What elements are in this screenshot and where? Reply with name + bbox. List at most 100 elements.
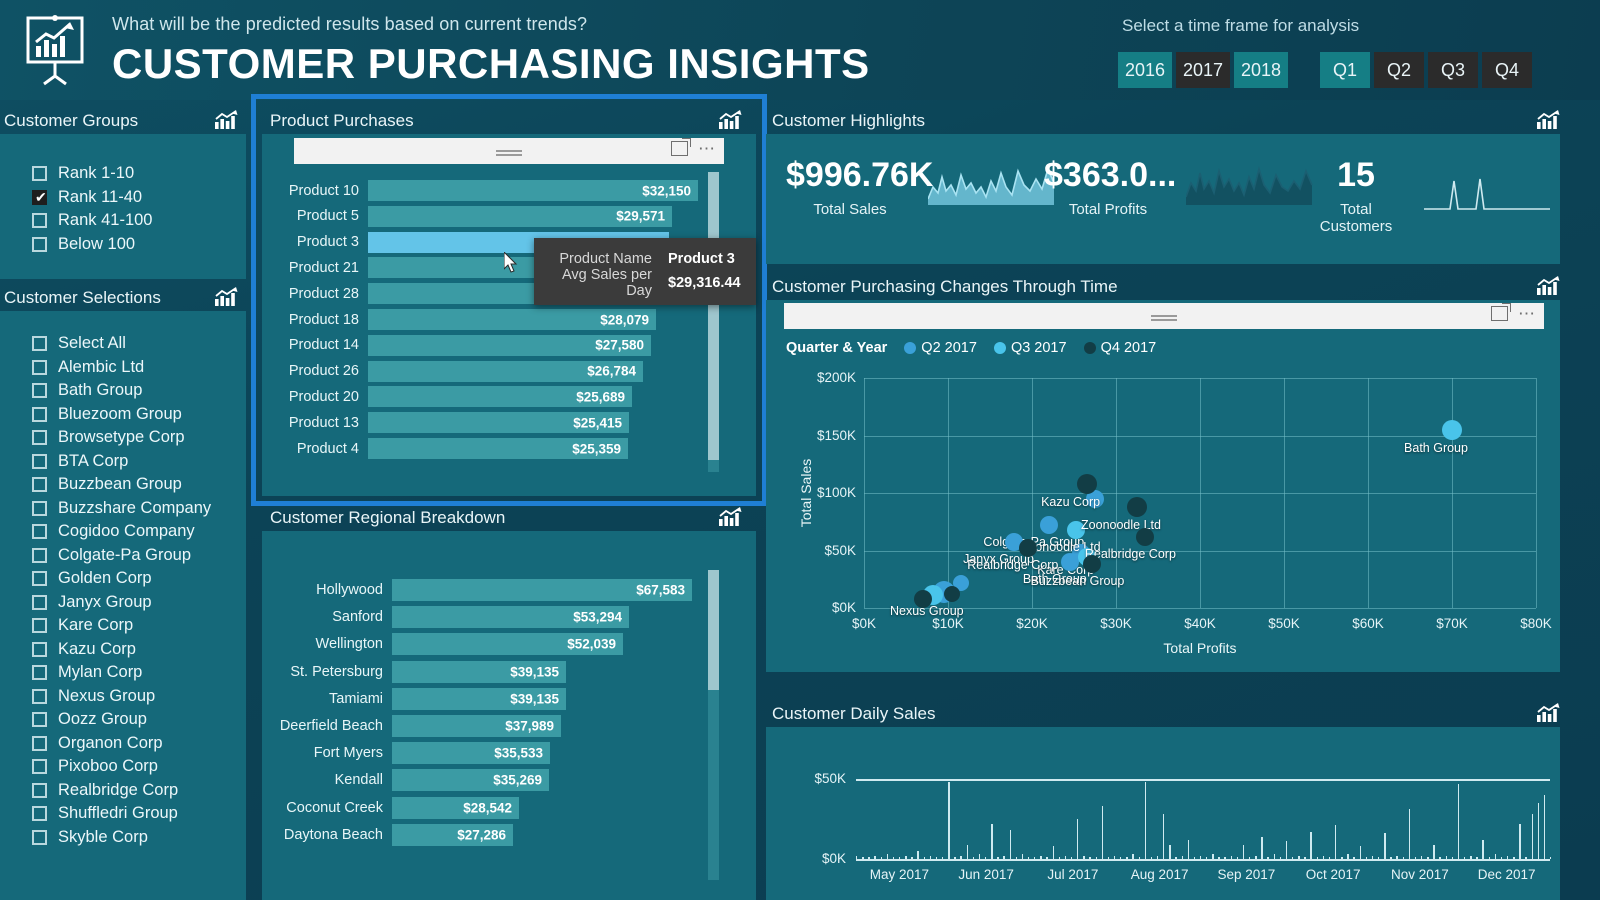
checkbox-icon[interactable] bbox=[32, 547, 47, 563]
selection-item-17[interactable]: Organon Corp bbox=[0, 732, 246, 756]
selection-item-4[interactable]: Browsetype Corp bbox=[0, 426, 246, 450]
checkbox-icon[interactable] bbox=[32, 383, 47, 399]
checkbox-icon[interactable] bbox=[32, 236, 47, 252]
checkbox-icon[interactable] bbox=[32, 189, 47, 206]
group-item-2[interactable]: Rank 41-100 bbox=[0, 209, 246, 233]
checkbox-icon[interactable] bbox=[32, 806, 47, 822]
quarter-button-Q4[interactable]: Q4 bbox=[1482, 52, 1532, 88]
selection-item-21[interactable]: Skyble Corp bbox=[0, 826, 246, 850]
checkbox-icon[interactable] bbox=[32, 213, 47, 229]
bar-row[interactable]: Wellington $52,039 bbox=[272, 633, 692, 656]
scatter-plot[interactable]: $0K $10K $20K $30K $40K $50K $60K $70K $80K $0K $5… bbox=[766, 300, 1560, 672]
checkbox-icon[interactable] bbox=[32, 641, 47, 657]
checkbox-icon[interactable] bbox=[32, 524, 47, 540]
selection-item-19[interactable]: Realbridge Corp bbox=[0, 779, 246, 803]
selection-item-2[interactable]: Bath Group bbox=[0, 379, 246, 403]
scatter-point[interactable] bbox=[1127, 496, 1147, 517]
bar-row[interactable]: Product 4 $25,359 bbox=[280, 438, 698, 459]
selection-item-3[interactable]: Bluezoom Group bbox=[0, 403, 246, 427]
checkbox-icon[interactable] bbox=[32, 430, 47, 446]
bar-row[interactable]: Product 26 $26,784 bbox=[280, 360, 698, 382]
year-button-2018[interactable]: 2018 bbox=[1234, 52, 1288, 88]
bar-row[interactable]: Coconut Creek $28,542 bbox=[272, 796, 692, 819]
selection-item-14[interactable]: Mylan Corp bbox=[0, 661, 246, 685]
checkbox-icon[interactable] bbox=[32, 618, 47, 634]
group-item-1[interactable]: Rank 11-40 bbox=[0, 186, 246, 210]
checkbox-icon[interactable] bbox=[32, 453, 47, 469]
checkbox-icon[interactable] bbox=[32, 735, 47, 751]
checkbox-icon[interactable] bbox=[32, 688, 47, 704]
quarter-button-Q2[interactable]: Q2 bbox=[1374, 52, 1424, 88]
focus-mode-icon[interactable] bbox=[671, 141, 688, 156]
scatter-point[interactable] bbox=[1136, 527, 1155, 546]
checkbox-icon[interactable] bbox=[32, 571, 47, 587]
selection-item-9[interactable]: Colgate-Pa Group bbox=[0, 544, 246, 568]
bar-row[interactable]: Daytona Beach $27,286 bbox=[272, 823, 692, 846]
checkbox-icon[interactable] bbox=[32, 336, 47, 352]
bar-row[interactable]: Fort Myers $35,533 bbox=[272, 742, 692, 765]
selection-item-7[interactable]: Buzzshare Company bbox=[0, 497, 246, 521]
checkbox-icon[interactable] bbox=[32, 782, 47, 798]
year-filter-group[interactable]: 2016 2017 2018 bbox=[1118, 52, 1292, 88]
selection-item-11[interactable]: Janyx Group bbox=[0, 591, 246, 615]
selection-item-8[interactable]: Cogidoo Company bbox=[0, 520, 246, 544]
group-item-3[interactable]: Below 100 bbox=[0, 233, 246, 257]
product-purchases-scrollbar[interactable] bbox=[708, 172, 719, 472]
bar-row[interactable]: Product 20 $25,689 bbox=[280, 386, 698, 408]
daily-sales-chart[interactable]: $0K $50K May 2017 Jun 2017 Jul 2017 Aug 2017 S… bbox=[766, 727, 1560, 900]
year-button-2016[interactable]: 2016 bbox=[1118, 52, 1172, 88]
checkbox-icon[interactable] bbox=[32, 759, 47, 775]
selection-item-1[interactable]: Alembic Ltd bbox=[0, 356, 246, 380]
checkbox-icon[interactable] bbox=[32, 500, 47, 516]
scatter-point[interactable] bbox=[1083, 555, 1102, 574]
scatter-point[interactable] bbox=[1060, 553, 1079, 571]
selection-item-5[interactable]: BTA Corp bbox=[0, 450, 246, 474]
checkbox-icon[interactable] bbox=[32, 406, 47, 422]
customer-groups-list[interactable]: Rank 1-10 Rank 11-40 Rank 41-100 Below 1… bbox=[0, 134, 246, 256]
quarter-button-Q3[interactable]: Q3 bbox=[1428, 52, 1478, 88]
checkbox-icon[interactable] bbox=[32, 829, 47, 845]
product-purchases-visual-toolbar[interactable]: ⋯ bbox=[294, 138, 724, 164]
checkbox-icon[interactable] bbox=[32, 477, 47, 493]
bar-row[interactable]: Deerfield Beach $37,989 bbox=[272, 715, 692, 737]
scatter-point[interactable] bbox=[1018, 539, 1037, 558]
selection-item-13[interactable]: Kazu Corp bbox=[0, 638, 246, 662]
scatter-point[interactable] bbox=[1076, 473, 1097, 494]
checkbox-icon[interactable] bbox=[32, 665, 47, 681]
bar-row[interactable]: Sanford $53,294 bbox=[272, 606, 692, 629]
checkbox-icon[interactable] bbox=[32, 594, 47, 610]
checkbox-icon[interactable] bbox=[32, 359, 47, 375]
year-button-2017[interactable]: 2017 bbox=[1176, 52, 1230, 88]
bar-row[interactable]: Product 14 $27,580 bbox=[280, 334, 698, 356]
selection-item-12[interactable]: Kare Corp bbox=[0, 614, 246, 638]
checkbox-icon[interactable] bbox=[32, 166, 47, 182]
bar-row[interactable]: Product 13 $25,415 bbox=[280, 412, 698, 434]
bar-row[interactable]: Hollywood $67,583 bbox=[272, 579, 692, 601]
selection-item-18[interactable]: Pixoboo Corp bbox=[0, 755, 246, 779]
scatter-point[interactable] bbox=[913, 589, 932, 608]
quarter-button-Q1[interactable]: Q1 bbox=[1320, 52, 1370, 88]
bar-row[interactable]: Product 18 $28,079 bbox=[280, 309, 698, 330]
bar-row[interactable]: Kendall $35,269 bbox=[272, 769, 692, 792]
bar-row[interactable]: Tamiami $39,135 bbox=[272, 687, 692, 710]
selection-item-10[interactable]: Golden Corp bbox=[0, 567, 246, 591]
scrollbar-thumb[interactable] bbox=[708, 570, 719, 690]
customer-selections-list[interactable]: Select All Alembic Ltd Bath Group Bluezo… bbox=[0, 311, 246, 849]
scatter-point[interactable] bbox=[1442, 419, 1462, 440]
scatter-point[interactable] bbox=[1039, 516, 1058, 535]
drag-handle-icon[interactable] bbox=[496, 150, 522, 152]
quarter-filter-group[interactable]: Q1 Q2 Q3 Q4 bbox=[1320, 52, 1536, 88]
checkbox-icon[interactable] bbox=[32, 712, 47, 728]
bar-row[interactable]: Product 10 $32,150 bbox=[280, 180, 698, 201]
regional-scrollbar[interactable] bbox=[708, 570, 719, 880]
bar-row[interactable]: St. Petersburg $39,135 bbox=[272, 660, 692, 683]
selection-item-15[interactable]: Nexus Group bbox=[0, 685, 246, 709]
selection-item-0[interactable]: Select All bbox=[0, 332, 246, 356]
selection-item-20[interactable]: Shuffledri Group bbox=[0, 802, 246, 826]
group-item-0[interactable]: Rank 1-10 bbox=[0, 162, 246, 186]
selection-item-16[interactable]: Oozz Group bbox=[0, 708, 246, 732]
scrollbar-thumb[interactable] bbox=[708, 172, 719, 460]
bar-row[interactable]: Product 5 $29,571 bbox=[280, 205, 698, 227]
more-options-icon[interactable]: ⋯ bbox=[698, 140, 716, 157]
scatter-point[interactable] bbox=[944, 586, 961, 603]
